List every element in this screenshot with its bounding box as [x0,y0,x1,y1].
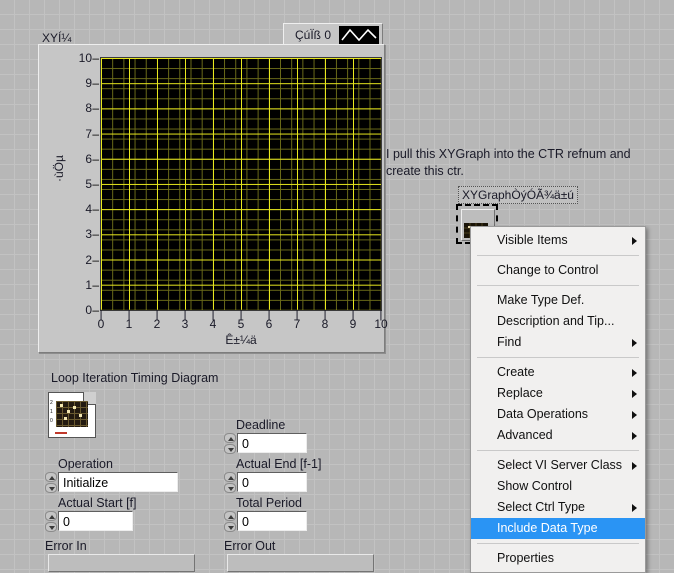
y-tick: 5– [85,177,99,191]
menu-item-label: Select VI Server Class [497,458,623,472]
y-tick: 4– [85,202,99,217]
menu-separator [477,255,639,256]
actual-start-label: Actual Start [f] [58,496,137,510]
x-tick: | 9 [349,307,357,331]
x-tick: | 7 [293,307,301,331]
x-axis-label: Ê±¼ä [225,333,257,347]
operation-label: Operation [58,457,113,471]
x-tick: | 10 [374,307,388,331]
menu-separator [477,543,639,544]
y-tick: 10– [78,51,99,65]
menu-item-label: Description and Tip... [497,314,615,328]
x-tick: | 0 [97,307,105,331]
plot-area[interactable] [101,58,381,310]
actual-end-stepper[interactable] [224,472,236,493]
error-in-cluster[interactable] [48,554,195,572]
menu-item-label: Create [497,365,535,379]
menu-item-label: Select Ctrl Type [497,500,586,514]
actual-end-label: Actual End [f-1] [236,457,322,471]
operation-input[interactable]: Initialize [58,472,178,492]
x-tick: | 1 [125,307,133,331]
menu-item-description-and-tip[interactable]: Description and Tip... [471,311,645,332]
graph-title: XYÍ¼ [42,31,72,45]
menu-item-find[interactable]: Find [471,332,645,353]
menu-item-data-operations[interactable]: Data Operations [471,404,645,425]
x-tick: | 2 [153,307,161,331]
refnum-label[interactable]: XYGraphÒýÓÃ¾ä±ú [458,186,578,204]
menu-item-label: Replace [497,386,543,400]
menu-separator [477,285,639,286]
menu-item-show-control[interactable]: Show Control [471,476,645,497]
loop-diagram-label: Loop Iteration Timing Diagram [51,371,219,385]
actual-start-input[interactable]: 0 [58,511,133,531]
y-tick: 6– [85,151,99,166]
menu-item-label: Find [497,335,522,349]
total-period-input[interactable]: 0 [237,511,307,531]
waveform-icon[interactable] [339,26,379,44]
menu-separator [477,450,639,451]
menu-item-include-data-type[interactable]: Include Data Type [471,518,645,539]
menu-item-label: Visible Items [497,233,568,247]
menu-item-label: Advanced [497,428,553,442]
menu-item-label: Include Data Type [497,521,598,535]
x-tick: | 5 [237,307,245,331]
y-tick: 8– [85,101,99,116]
annotation-text: I pull this XYGraph into the CTR refnum … [386,147,631,178]
y-tick: 3– [85,227,99,242]
menu-item-replace[interactable]: Replace [471,383,645,404]
menu-item-change-to-control[interactable]: Change to Control [471,260,645,281]
x-tick: | 8 [321,307,329,331]
y-tick: 7– [85,126,99,141]
chevron-right-icon [632,389,637,398]
waveform-glyph [341,28,377,42]
y-axis-label: ·ùÖµ [52,155,66,182]
actual-end-input[interactable]: 0 [237,472,307,492]
menu-item-advanced[interactable]: Advanced [471,425,645,446]
deadline-label: Deadline [236,418,286,432]
mini-chart-glyph [56,401,88,427]
chevron-right-icon [632,368,637,377]
y-tick: 1– [85,277,99,292]
loop-timing-diagram-icon[interactable]: 2 1 0 [48,392,96,438]
menu-item-label: Data Operations [497,407,589,421]
total-period-stepper[interactable] [224,511,236,532]
x-tick: | 6 [265,307,273,331]
menu-item-label: Properties [497,551,554,565]
menu-item-visible-items[interactable]: Visible Items [471,230,645,251]
menu-item-make-type-def[interactable]: Make Type Def. [471,290,645,311]
x-tick: | 4 [209,307,217,331]
menu-item-select-ctrl-type[interactable]: Select Ctrl Type [471,497,645,518]
chevron-right-icon [632,461,637,470]
deadline-stepper[interactable] [224,433,236,454]
actual-start-stepper[interactable] [45,511,57,532]
y-tick: 2– [85,252,99,267]
operation-stepper[interactable] [45,472,57,493]
x-axis[interactable]: | 0 | 1 | 2 | 3 | 4 | 5 | 6 | 7 | 8 | 9 | 10 [97,307,388,334]
menu-separator [477,357,639,358]
deadline-input[interactable]: 0 [237,433,307,453]
menu-item-label: Show Control [497,479,573,493]
chevron-right-icon [632,431,637,440]
plot-legend-label: ÇúÏß 0 [295,28,332,42]
menu-item-create[interactable]: Create [471,362,645,383]
icon-underline [55,432,67,434]
menu-item-select-vi-server-class[interactable]: Select VI Server Class [471,455,645,476]
chevron-right-icon [632,410,637,419]
chevron-right-icon [632,338,637,347]
y-axis[interactable]: 10– 9– 8– 7– 6– 5– 4– 3– 2– 1– 0– [55,51,99,317]
total-period-label: Total Period [236,496,303,510]
chevron-right-icon [632,236,637,245]
error-in-label: Error In [45,539,87,553]
error-out-label: Error Out [224,539,276,553]
chevron-right-icon [632,503,637,512]
y-tick: 9– [85,76,99,91]
menu-item-properties[interactable]: Properties [471,548,645,569]
x-tick: | 3 [181,307,189,331]
menu-item-label: Change to Control [497,263,599,277]
context-menu[interactable]: Visible Items Change to Control Make Typ… [470,226,646,573]
menu-item-label: Make Type Def. [497,293,585,307]
error-out-cluster[interactable] [227,554,374,572]
